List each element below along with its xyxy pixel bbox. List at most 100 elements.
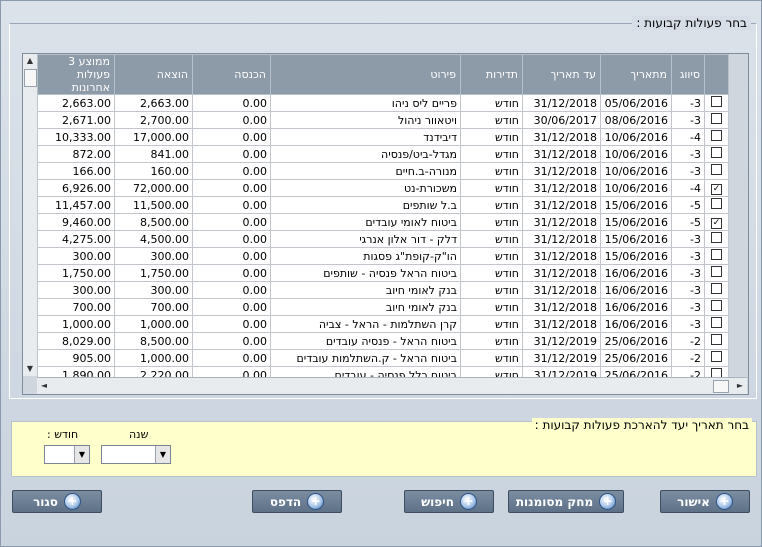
cell-expense[interactable]: 17,000.00: [114, 128, 193, 146]
chevron-down-icon[interactable]: ▼: [74, 446, 89, 463]
cell-from-date[interactable]: 15/06/2016: [600, 196, 672, 214]
cell-frequency[interactable]: חודש: [460, 247, 523, 265]
cell-classification[interactable]: -2: [671, 332, 705, 350]
cell-to-date[interactable]: 31/12/2018: [522, 213, 601, 231]
cell-classification[interactable]: -3: [671, 247, 705, 265]
cell-to-date[interactable]: 31/12/2018: [522, 128, 601, 146]
cell-income[interactable]: 0.00: [192, 281, 271, 299]
table-row[interactable]: 300.00 300.00 0.00 בנק לאומי חיוב חודש 31/12/…: [37, 281, 729, 299]
cell-from-date[interactable]: 15/06/2016: [600, 247, 672, 265]
cell-expense[interactable]: 11,500.00: [114, 196, 193, 214]
cell-income[interactable]: 0.00: [192, 264, 271, 282]
cell-avg[interactable]: 905.00: [37, 349, 115, 367]
row-checkbox[interactable]: [711, 147, 722, 158]
cell-avg[interactable]: 1,750.00: [37, 264, 115, 282]
cell-expense[interactable]: 841.00: [114, 145, 193, 163]
cell-frequency[interactable]: חודש: [460, 264, 523, 282]
cell-to-date[interactable]: 31/12/2018: [522, 315, 601, 333]
scroll-up-icon[interactable]: ▲: [23, 54, 37, 68]
cell-detail[interactable]: ב.ל שותפים: [270, 196, 461, 214]
cell-detail[interactable]: ביטוח הראל פנסיה - שותפים: [270, 264, 461, 282]
cell-avg[interactable]: 872.00: [37, 145, 115, 163]
table-row[interactable]: 9,460.00 8,500.00 0.00 ביטוח לאומי עובדים חו…: [37, 213, 729, 231]
cell-frequency[interactable]: חודש: [460, 213, 523, 231]
cell-expense[interactable]: 1,750.00: [114, 264, 193, 282]
cell-income[interactable]: 0.00: [192, 111, 271, 129]
header-frequency[interactable]: תדירות: [460, 54, 523, 95]
search-button[interactable]: + חיפוש: [404, 490, 494, 513]
cell-frequency[interactable]: חודש: [460, 128, 523, 146]
table-row[interactable]: 1,750.00 1,750.00 0.00 ביטוח הראל פנסיה - ש…: [37, 264, 729, 282]
table-row[interactable]: 4,275.00 4,500.00 0.00 דלק - דור אלון אנרגי…: [37, 230, 729, 248]
cell-to-date[interactable]: 30/06/2017: [522, 111, 601, 129]
cell-expense[interactable]: 300.00: [114, 247, 193, 265]
table-row[interactable]: 2,671.00 2,700.00 0.00 ויטאוור ניהול חודש 30/…: [37, 111, 729, 129]
delete-marked-button[interactable]: + מחק מסומנות: [508, 490, 624, 513]
cell-to-date[interactable]: 31/12/2018: [522, 298, 601, 316]
cell-expense[interactable]: 300.00: [114, 281, 193, 299]
row-checkbox[interactable]: [711, 266, 722, 277]
cell-classification[interactable]: -3: [671, 94, 705, 112]
cell-classification[interactable]: -3: [671, 298, 705, 316]
cell-income[interactable]: 0.00: [192, 94, 271, 112]
header-income[interactable]: הכנסה: [192, 54, 271, 95]
cell-detail[interactable]: דלק - דור אלון אנרגי: [270, 230, 461, 248]
cell-expense[interactable]: 1,000.00: [114, 315, 193, 333]
header-avg[interactable]: ממוצע 3 פעולות אחרונות: [37, 54, 115, 95]
cell-detail[interactable]: ביטוח הראל - פנסיה עובדים: [270, 332, 461, 350]
row-checkbox[interactable]: [711, 232, 722, 243]
cell-avg[interactable]: 9,460.00: [37, 213, 115, 231]
cell-detail[interactable]: מנורה-ב.חיים: [270, 162, 461, 180]
horizontal-scrollbar[interactable]: ◄ ►: [37, 377, 747, 394]
cell-avg[interactable]: 8,029.00: [37, 332, 115, 350]
cell-income[interactable]: 0.00: [192, 179, 271, 197]
cell-from-date[interactable]: 05/06/2016: [600, 94, 672, 112]
row-checkbox[interactable]: [711, 334, 722, 345]
cell-detail[interactable]: מגדל-ביט/פנסיה: [270, 145, 461, 163]
cell-frequency[interactable]: חודש: [460, 332, 523, 350]
header-from-date[interactable]: מתאריך: [600, 54, 672, 95]
cell-classification[interactable]: -3: [671, 145, 705, 163]
cell-classification[interactable]: -4: [671, 128, 705, 146]
cell-income[interactable]: 0.00: [192, 128, 271, 146]
cell-avg[interactable]: 11,457.00: [37, 196, 115, 214]
header-check[interactable]: [704, 54, 729, 95]
cell-classification[interactable]: -3: [671, 162, 705, 180]
cell-classification[interactable]: -5: [671, 213, 705, 231]
row-checkbox[interactable]: [711, 113, 722, 124]
cell-avg[interactable]: 300.00: [37, 247, 115, 265]
cell-frequency[interactable]: חודש: [460, 298, 523, 316]
cell-frequency[interactable]: חודש: [460, 179, 523, 197]
cell-detail[interactable]: ביטוח לאומי עובדים: [270, 213, 461, 231]
cell-expense[interactable]: 1,000.00: [114, 349, 193, 367]
cell-to-date[interactable]: 31/12/2018: [522, 230, 601, 248]
cell-frequency[interactable]: חודש: [460, 145, 523, 163]
cell-to-date[interactable]: 31/12/2018: [522, 179, 601, 197]
cell-expense[interactable]: 8,500.00: [114, 213, 193, 231]
cell-to-date[interactable]: 31/12/2018: [522, 247, 601, 265]
cell-to-date[interactable]: 31/12/2018: [522, 145, 601, 163]
cell-from-date[interactable]: 10/06/2016: [600, 179, 672, 197]
row-checkbox[interactable]: [711, 249, 722, 260]
cell-from-date[interactable]: 16/06/2016: [600, 298, 672, 316]
cell-from-date[interactable]: 25/06/2016: [600, 332, 672, 350]
cell-detail[interactable]: ביטוח הראל - ק.השתלמות עובדים: [270, 349, 461, 367]
cell-from-date[interactable]: 10/06/2016: [600, 162, 672, 180]
horizontal-scroll-thumb[interactable]: [713, 380, 729, 393]
cell-detail[interactable]: בנק לאומי חיוב: [270, 281, 461, 299]
cell-from-date[interactable]: 10/06/2016: [600, 145, 672, 163]
row-checkbox[interactable]: [711, 300, 722, 311]
cell-avg[interactable]: 1,000.00: [37, 315, 115, 333]
cell-to-date[interactable]: 31/12/2018: [522, 281, 601, 299]
cell-classification[interactable]: -3: [671, 111, 705, 129]
cell-income[interactable]: 0.00: [192, 332, 271, 350]
month-select[interactable]: ▼: [44, 445, 90, 464]
cell-income[interactable]: 0.00: [192, 145, 271, 163]
table-row[interactable]: 872.00 841.00 0.00 מגדל-ביט/פנסיה חודש 31/12/…: [37, 145, 729, 163]
cell-classification[interactable]: -4: [671, 179, 705, 197]
cell-detail[interactable]: משכורת-נט: [270, 179, 461, 197]
cell-from-date[interactable]: 15/06/2016: [600, 230, 672, 248]
cell-frequency[interactable]: חודש: [460, 162, 523, 180]
cell-expense[interactable]: 2,663.00: [114, 94, 193, 112]
table-row[interactable]: 300.00 300.00 0.00 הו"ק-קופת"ג פסגות חודש 31/…: [37, 247, 729, 265]
